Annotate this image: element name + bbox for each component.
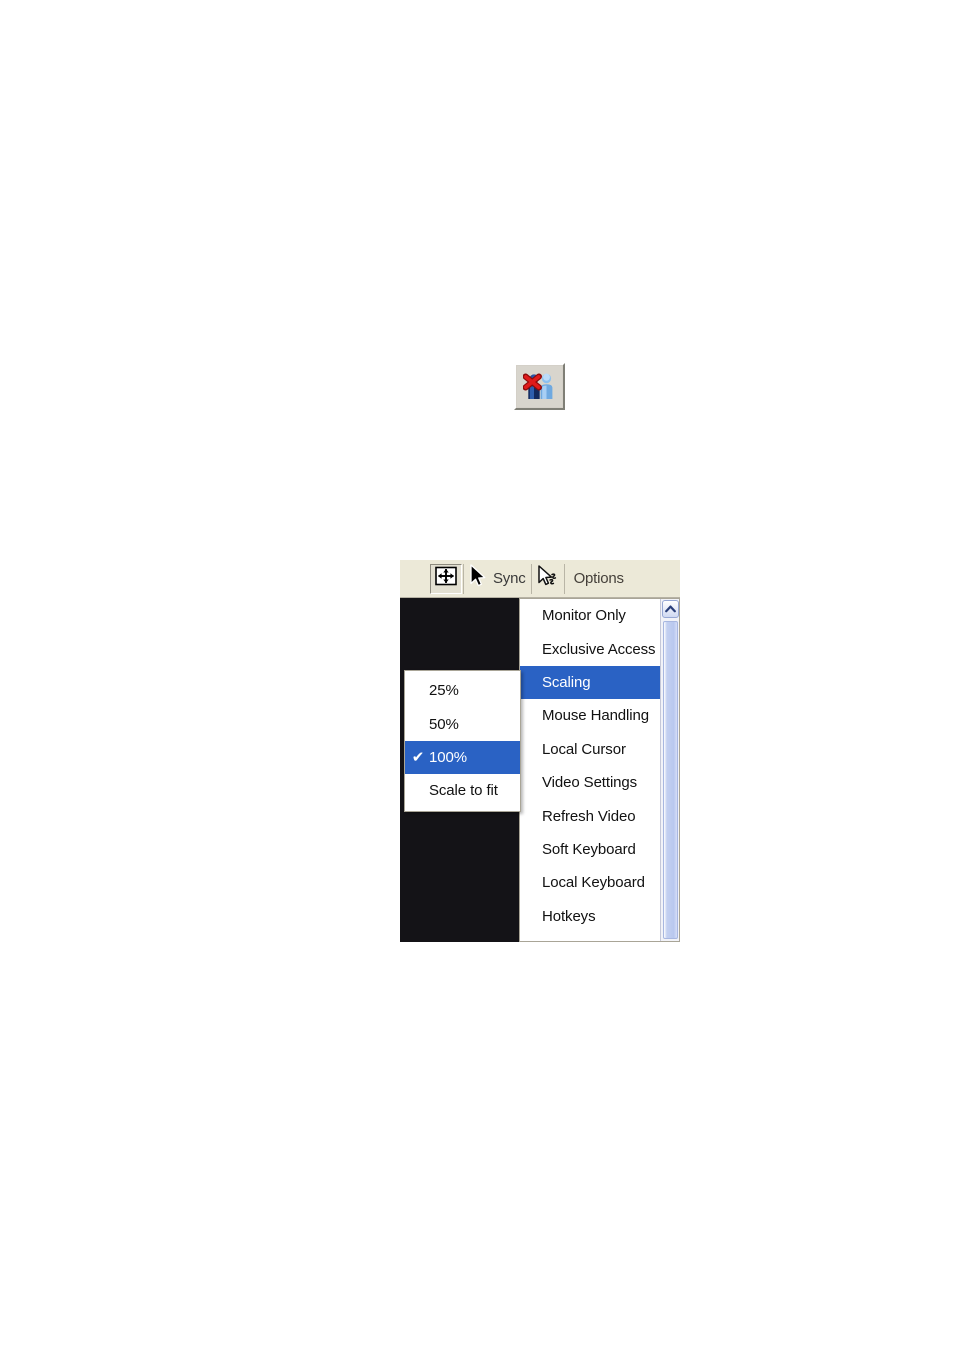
check-placeholder-25 xyxy=(411,684,425,698)
menu-item-video-settings[interactable]: Video Settings xyxy=(520,766,660,799)
chevron-up-icon xyxy=(665,600,676,618)
menu-item-mouse-handling[interactable]: Mouse Handling xyxy=(520,699,660,732)
check-placeholder-fit xyxy=(411,784,425,798)
menu-item-refresh-video[interactable]: Refresh Video xyxy=(520,799,660,832)
scaling-option-scale-to-fit[interactable]: Scale to fit xyxy=(405,774,520,807)
button-face xyxy=(517,366,562,407)
scaling-option-100-label: 100% xyxy=(429,748,467,766)
local-cursor-button[interactable] xyxy=(533,563,563,595)
scaling-option-50-label: 50% xyxy=(429,715,459,733)
kvm-viewer-figure: Sync Options Monitor Only Exclusive Acce… xyxy=(400,560,680,942)
options-menu-button[interactable]: Options xyxy=(566,563,630,595)
disconnect-user-icon xyxy=(522,371,557,403)
scaling-option-50[interactable]: 50% xyxy=(405,707,520,740)
kvm-toolbar: Sync Options xyxy=(400,560,680,598)
menu-item-monitor-only[interactable]: Monitor Only xyxy=(520,599,660,632)
menu-item-soft-keyboard[interactable]: Soft Keyboard xyxy=(520,833,660,866)
scaling-submenu: 25% 50% ✔ 100% Scale to fit xyxy=(404,670,521,812)
options-menu-list: Monitor Only Exclusive Access Scaling Mo… xyxy=(520,599,660,933)
toolbar-separator-3 xyxy=(563,563,565,594)
sync-label: Sync xyxy=(493,570,526,587)
menu-item-local-cursor[interactable]: Local Cursor xyxy=(520,733,660,766)
scaling-option-100[interactable]: ✔ 100% xyxy=(405,740,520,775)
scaling-option-25[interactable]: 25% xyxy=(405,674,520,707)
toolbar-left-spacer xyxy=(400,560,428,597)
menu-item-local-keyboard[interactable]: Local Keyboard xyxy=(520,866,660,899)
scaling-option-25-label: 25% xyxy=(429,682,459,700)
toolbar-separator-1 xyxy=(463,563,464,594)
disconnect-user-toolbar-button[interactable] xyxy=(514,363,565,410)
dual-mouse-pointer-icon xyxy=(537,564,559,593)
options-menu-scrollbar[interactable] xyxy=(660,599,679,941)
fit-to-screen-button[interactable] xyxy=(430,563,462,594)
checkmark-icon: ✔ xyxy=(411,749,425,767)
scroll-up-button[interactable] xyxy=(662,600,679,618)
menu-item-exclusive-access[interactable]: Exclusive Access xyxy=(520,632,660,665)
options-label: Options xyxy=(573,570,624,587)
toolbar-separator-2 xyxy=(530,563,532,594)
menu-item-scaling[interactable]: Scaling xyxy=(520,665,660,700)
mouse-pointer-icon xyxy=(469,564,489,593)
options-dropdown-menu: Monitor Only Exclusive Access Scaling Mo… xyxy=(519,598,680,942)
menu-item-hotkeys[interactable]: Hotkeys xyxy=(520,900,660,933)
scaling-option-scale-to-fit-label: Scale to fit xyxy=(429,782,498,800)
sync-mouse-button[interactable]: Sync xyxy=(465,563,530,595)
check-placeholder-50 xyxy=(411,717,425,731)
scrollbar-thumb[interactable] xyxy=(663,621,678,939)
fit-to-screen-icon xyxy=(435,566,457,591)
